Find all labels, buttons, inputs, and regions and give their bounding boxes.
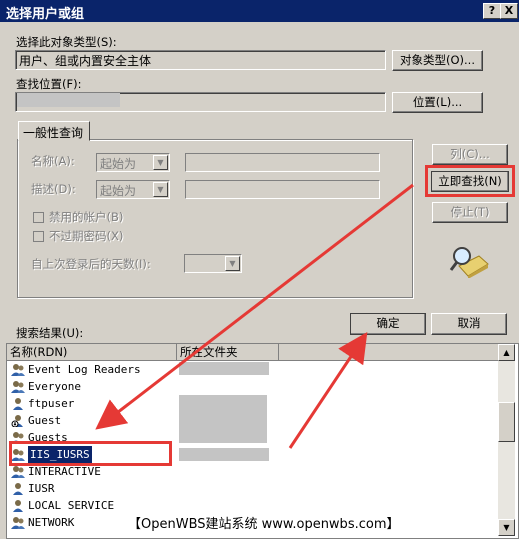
watermark-text: 【OpenWBS建站系统 www.openwbs.com】 — [128, 513, 400, 532]
arrow-to-ok-button — [288, 332, 368, 449]
annotation-arrows — [95, 183, 414, 449]
arrow-to-selected-item — [95, 183, 414, 430]
